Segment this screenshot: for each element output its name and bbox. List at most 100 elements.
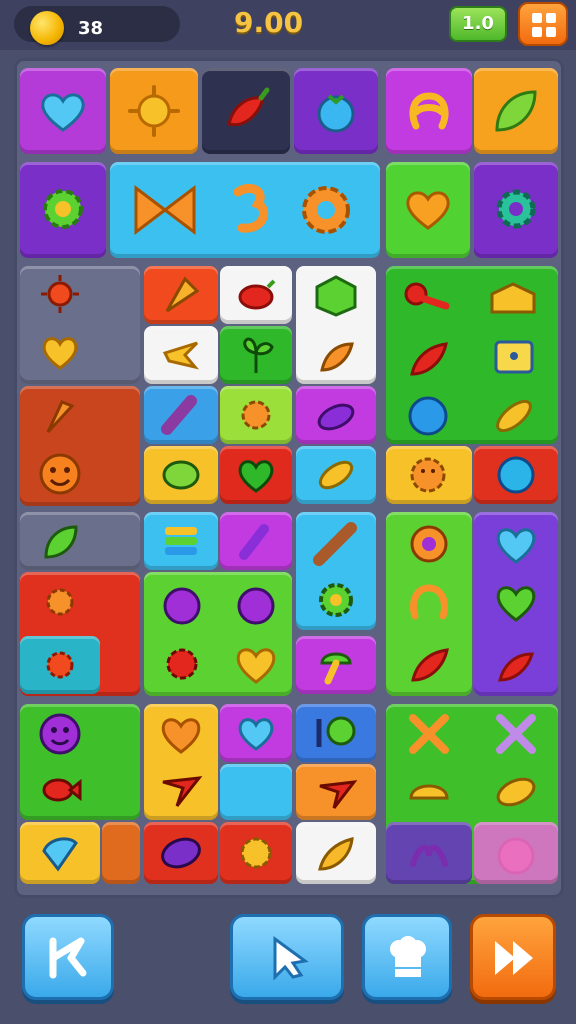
sun-icon [240,837,272,869]
tile[interactable] [474,446,558,504]
fast-forward-button[interactable] [470,914,556,1000]
tile[interactable] [296,704,376,762]
cone-icon [42,837,78,872]
carrot-icon [165,276,200,313]
menu-button[interactable] [518,2,568,46]
tile[interactable] [20,704,140,820]
heart-icon [42,337,78,370]
hint-button[interactable] [362,914,452,1000]
back-button[interactable] [22,914,114,1000]
berry-icon [317,94,355,133]
timer-value: 9.00 [234,6,304,39]
pepper-icon [410,342,448,376]
tile[interactable] [144,266,218,324]
tile[interactable] [296,636,376,694]
coin-counter: 38 [14,6,180,45]
drumstick-icon [404,282,450,310]
heart-icon [496,586,536,622]
heart-icon [406,191,450,230]
leaf-icon [44,525,78,559]
ball-icon [497,456,535,494]
tile[interactable] [20,386,140,506]
bean-icon [162,460,200,490]
timer-display: 9.00 [234,6,344,42]
tile[interactable] [220,326,292,384]
heart-icon [238,718,274,751]
tile[interactable] [20,512,140,570]
tile[interactable] [144,512,218,570]
tile[interactable] [20,162,106,258]
smiley-icon [39,453,81,495]
tile[interactable] [386,446,472,504]
tile[interactable] [20,266,140,384]
corn-icon [318,460,354,490]
tile[interactable] [220,446,292,504]
ball-icon [408,396,448,436]
back-icon [49,937,87,979]
tile[interactable] [296,512,376,630]
tile[interactable] [202,68,290,154]
tile[interactable] [20,636,100,694]
eggplant-icon [161,837,201,869]
gear-icon [43,189,83,229]
tile[interactable] [220,704,292,762]
tile[interactable] [386,162,470,258]
tile[interactable] [220,386,292,444]
tile[interactable] [220,512,292,570]
level-button[interactable]: 1.0 [449,6,507,42]
gear-icon [496,189,536,229]
tile[interactable] [220,822,292,884]
close-icon [496,714,536,754]
smiley-icon [39,713,81,755]
tile[interactable] [144,446,218,504]
tile [386,822,472,884]
tile[interactable] [296,386,376,444]
tile[interactable] [296,446,376,504]
tile[interactable] [220,266,292,324]
tile[interactable] [474,512,558,696]
donut-icon [410,525,448,563]
tile[interactable] [144,704,218,820]
tile[interactable] [474,68,558,154]
pointer-button[interactable] [230,914,344,1000]
bow-icon [134,184,196,236]
pea-icon [316,716,356,747]
tile [474,822,558,884]
tile[interactable] [296,764,376,820]
tile[interactable] [144,326,218,384]
tile[interactable] [144,822,218,884]
tile[interactable] [296,266,376,384]
box-icon [494,340,534,374]
sun-icon [241,400,271,430]
pretzel-icon [409,92,449,130]
star-icon [319,780,358,809]
tile [220,764,292,820]
cursor-icon [273,936,309,981]
plum-icon [163,587,201,625]
tile[interactable] [110,68,198,154]
sun-icon [46,651,74,679]
taco-icon [409,784,449,800]
tile[interactable] [144,572,292,696]
tile[interactable] [20,822,100,884]
tile[interactable] [144,386,218,444]
tile[interactable] [110,162,380,258]
flower-icon [302,186,350,234]
eggplant-icon [239,524,269,560]
leaf-icon [496,777,536,807]
pepper-icon [238,279,276,310]
sun-icon [41,275,79,313]
tile[interactable] [20,68,106,154]
game-board [14,58,564,898]
tile[interactable] [294,68,378,154]
tile[interactable] [386,266,558,444]
pepper-icon [498,652,534,682]
leaf-icon [495,90,537,132]
tile[interactable] [296,822,376,884]
sun-icon [128,85,180,137]
tile[interactable] [386,68,472,154]
tile[interactable] [474,162,558,258]
sausage-icon [161,395,197,435]
crossed-icon [409,714,449,754]
tile[interactable] [386,512,472,696]
